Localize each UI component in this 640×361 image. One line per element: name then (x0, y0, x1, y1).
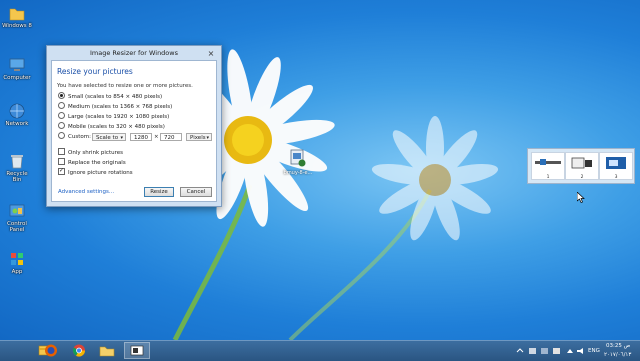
mouse-cursor-icon (577, 192, 585, 203)
desktop-icon-label: Recycle Bin (6, 171, 28, 183)
resize-button[interactable]: Resize (144, 187, 174, 197)
desktop-icon-windows8[interactable]: Windows 8 (2, 4, 32, 29)
desktop-icon-network[interactable]: Network (2, 102, 32, 127)
thumbnail-image (535, 159, 561, 165)
taskbar-firefox[interactable] (38, 342, 64, 359)
folder-icon (9, 8, 25, 21)
option-medium[interactable]: Medium (scales to 1366 × 768 pixels) (58, 102, 173, 111)
checkbox-replace-originals[interactable]: Replace the originals (58, 158, 126, 167)
dialog-title: Image Resizer for Windows (89, 49, 178, 57)
desktop-icon-label: Windows 8 (2, 23, 32, 29)
recycle-bin-icon (11, 155, 23, 169)
desktop-file-icon[interactable]: bmuy-8-e... (282, 148, 314, 176)
thumbnail-strip: 1 2 3 (527, 148, 635, 184)
custom-mode-select[interactable]: Scale to ▾ (92, 133, 126, 141)
desktop-icon-label: Computer (3, 75, 31, 81)
option-label: Custom: (68, 134, 91, 140)
option-mobile[interactable]: Mobile (scales to 320 × 480 pixels) (58, 122, 165, 131)
thumbnail-caption: 3 (614, 175, 618, 180)
desktop-icon-computer[interactable]: Computer (2, 56, 32, 81)
cancel-button[interactable]: Cancel (180, 187, 212, 197)
system-tray-icons[interactable] (515, 346, 585, 356)
thumbnail-item[interactable]: 2 (565, 152, 599, 180)
custom-unit-value: Pixels (190, 135, 206, 141)
chevron-down-icon: ▾ (120, 135, 123, 141)
radio-large[interactable] (58, 112, 65, 119)
dialog-description: You have selected to resize one or more … (57, 83, 193, 89)
dialog-titlebar[interactable]: Image Resizer for Windows × (47, 46, 221, 60)
chevron-down-icon: ▾ (206, 135, 209, 141)
custom-x-separator: × (154, 134, 159, 140)
option-label: Medium (scales to 1366 × 768 pixels) (68, 104, 173, 110)
option-label: Mobile (scales to 320 × 480 pixels) (68, 124, 165, 130)
desktop-icon-app[interactable]: App (2, 250, 32, 275)
clock-time[interactable]: 03:25 ص (606, 343, 630, 349)
firefox-icon (45, 344, 57, 357)
dialog-body: Resize your pictures You have selected t… (51, 60, 217, 202)
checkbox-ignore-rotations[interactable]: Ignore picture rotations (58, 168, 133, 177)
advanced-settings-link[interactable]: Advanced settings... (58, 189, 114, 195)
app-icon (11, 253, 23, 265)
taskbar-image-resizer[interactable] (124, 342, 150, 359)
custom-mode-value: Scale to (96, 135, 119, 141)
language-indicator[interactable]: ENG (588, 348, 600, 354)
taskbar: ENG 03:25 ص ٢٠١٧/٠٦/١٣ (0, 340, 640, 361)
control-panel-icon (9, 204, 25, 217)
dialog-heading: Resize your pictures (57, 67, 133, 76)
option-label: Small (scales to 854 × 480 pixels) (68, 94, 163, 100)
image-resizer-dialog: Image Resizer for Windows × Resize your … (46, 45, 222, 207)
radio-mobile[interactable] (58, 122, 65, 129)
computer-icon (9, 58, 25, 71)
desktop-file-label: bmuy-8-e... (283, 170, 313, 176)
option-label: Large (scales to 1920 × 1080 pixels) (68, 114, 170, 120)
thumbnail-caption: 1 (546, 175, 550, 180)
taskbar-chrome[interactable] (66, 342, 92, 359)
checkbox-label: Replace the originals (68, 160, 126, 166)
desktop-icon-label: Control Panel (7, 221, 27, 233)
close-icon[interactable]: × (204, 48, 218, 60)
image-file-icon (290, 149, 306, 167)
desktop-icon-control-panel[interactable]: Control Panel (2, 202, 32, 233)
thumbnail-caption: 2 (580, 175, 584, 180)
thumbnail-item[interactable]: 3 (599, 152, 633, 180)
checkbox-label: Only shrink pictures (68, 150, 123, 156)
chrome-icon (72, 344, 85, 357)
option-custom[interactable]: Custom: (58, 132, 91, 141)
desktop-icon-recycle-bin[interactable]: Recycle Bin (2, 152, 32, 183)
custom-width-input[interactable]: 1280 (130, 133, 152, 141)
folder-icon (99, 346, 115, 357)
image-resizer-icon (130, 345, 144, 356)
checkbox-box[interactable] (58, 148, 65, 155)
taskbar-folder[interactable] (94, 342, 120, 359)
radio-medium[interactable] (58, 102, 65, 109)
radio-custom[interactable] (58, 132, 65, 139)
checkbox-box[interactable] (58, 168, 65, 175)
thumbnail-image (606, 157, 626, 169)
thumbnail-image (571, 157, 592, 169)
option-large[interactable]: Large (scales to 1920 × 1080 pixels) (58, 112, 170, 121)
checkbox-box[interactable] (58, 158, 65, 165)
clock-date[interactable]: ٢٠١٧/٠٦/١٣ (604, 352, 631, 358)
option-small[interactable]: Small (scales to 854 × 480 pixels) (58, 92, 163, 101)
desktop-icon-label: App (11, 269, 23, 275)
desktop-icon-label: Network (5, 121, 29, 127)
thumbnail-item[interactable]: 1 (531, 152, 565, 180)
custom-unit-select[interactable]: Pixels ▾ (186, 133, 212, 141)
radio-small[interactable] (58, 92, 65, 99)
checkbox-only-shrink[interactable]: Only shrink pictures (58, 148, 123, 157)
custom-height-input[interactable]: 720 (160, 133, 182, 141)
checkbox-label: Ignore picture rotations (68, 170, 133, 176)
network-icon (9, 103, 25, 119)
